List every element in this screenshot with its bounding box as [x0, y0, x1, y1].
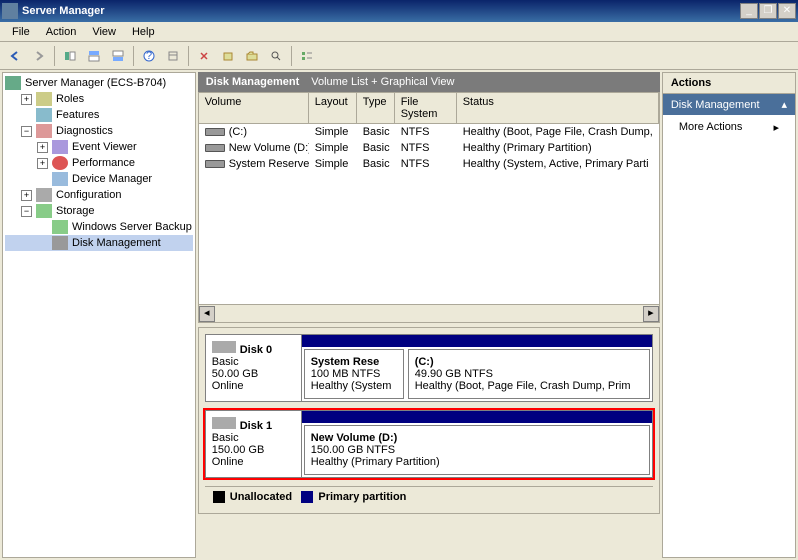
view-top-button[interactable]	[83, 45, 105, 67]
expand-icon[interactable]: +	[21, 190, 32, 201]
menu-action[interactable]: Action	[38, 24, 85, 40]
list-button[interactable]	[296, 45, 318, 67]
disk-info: Disk 1 Basic 150.00 GB Online	[206, 411, 302, 477]
tree-event-viewer[interactable]: +Event Viewer	[5, 139, 193, 155]
partition-bar	[302, 335, 652, 347]
maximize-button[interactable]: ❐	[759, 3, 777, 19]
tree-performance[interactable]: +Performance	[5, 155, 193, 171]
settings-button[interactable]	[162, 45, 184, 67]
tree-diagnostics[interactable]: −Diagnostics	[5, 123, 193, 139]
disk-1[interactable]: Disk 1 Basic 150.00 GB Online New Volume…	[205, 410, 653, 478]
window-title: Server Manager	[22, 5, 740, 17]
col-volume[interactable]: Volume	[199, 93, 309, 123]
expand-icon[interactable]: +	[37, 142, 48, 153]
expand-icon[interactable]: +	[21, 94, 32, 105]
menu-help[interactable]: Help	[124, 24, 163, 40]
back-button[interactable]	[4, 45, 26, 67]
view-bottom-button[interactable]	[107, 45, 129, 67]
svg-text:?: ?	[146, 50, 152, 62]
collapse-icon[interactable]: −	[21, 126, 32, 137]
menu-view[interactable]: View	[84, 24, 124, 40]
chevron-right-icon: ▸	[773, 121, 779, 134]
tree-roles[interactable]: +Roles	[5, 91, 193, 107]
content-title: Disk Management	[206, 76, 300, 88]
disk-0[interactable]: Disk 0 Basic 50.00 GB Online System Rese…	[205, 334, 653, 402]
collapse-icon[interactable]: −	[21, 206, 32, 217]
find-button[interactable]	[265, 45, 287, 67]
content-header: Disk Management Volume List + Graphical …	[198, 72, 660, 92]
content-panel: Disk Management Volume List + Graphical …	[198, 72, 660, 558]
tree-disk-management[interactable]: Disk Management	[5, 235, 193, 251]
partition-bar	[302, 411, 652, 423]
forward-button[interactable]	[28, 45, 50, 67]
collapse-icon: ▴	[781, 98, 787, 111]
tree-storage[interactable]: −Storage	[5, 203, 193, 219]
legend-unallocated-icon	[213, 491, 225, 503]
horizontal-scrollbar[interactable]: ◂ ▸	[199, 304, 659, 322]
toolbar: ?	[0, 42, 798, 70]
volume-icon	[205, 128, 225, 136]
partition-system-reserved[interactable]: System Rese 100 MB NTFS Healthy (System	[304, 349, 404, 399]
actions-header: Actions	[663, 73, 795, 94]
disk-icon	[212, 417, 236, 429]
actions-section[interactable]: Disk Management ▴	[663, 94, 795, 115]
col-type[interactable]: Type	[357, 93, 395, 123]
tree-configuration[interactable]: +Configuration	[5, 187, 193, 203]
col-layout[interactable]: Layout	[309, 93, 357, 123]
open-button[interactable]	[241, 45, 263, 67]
content-subtitle: Volume List + Graphical View	[311, 76, 454, 88]
disk-icon	[212, 341, 236, 353]
more-actions[interactable]: More Actions ▸	[663, 115, 795, 140]
menubar: File Action View Help	[0, 22, 798, 42]
graphical-view: Disk 0 Basic 50.00 GB Online System Rese…	[198, 327, 660, 514]
partition-d[interactable]: New Volume (D:) 150.00 GB NTFS Healthy (…	[304, 425, 650, 475]
export-button[interactable]	[217, 45, 239, 67]
volume-row[interactable]: New Volume (D:) Simple Basic NTFS Health…	[199, 140, 659, 156]
help-button[interactable]: ?	[138, 45, 160, 67]
legend: Unallocated Primary partition	[205, 486, 653, 507]
minimize-button[interactable]: _	[740, 3, 758, 19]
close-button[interactable]: ✕	[778, 3, 796, 19]
tree-root[interactable]: Server Manager (ECS-B704)	[5, 75, 193, 91]
disk-info: Disk 0 Basic 50.00 GB Online	[206, 335, 302, 401]
volume-row[interactable]: (C:) Simple Basic NTFS Healthy (Boot, Pa…	[199, 124, 659, 140]
tree-device-manager[interactable]: Device Manager	[5, 171, 193, 187]
navigation-tree[interactable]: Server Manager (ECS-B704) +Roles Feature…	[2, 72, 196, 558]
col-status[interactable]: Status	[457, 93, 659, 123]
menu-file[interactable]: File	[4, 24, 38, 40]
tree-features[interactable]: Features	[5, 107, 193, 123]
tree-root-label: Server Manager (ECS-B704)	[25, 77, 166, 89]
app-icon	[2, 3, 18, 19]
scroll-right-button[interactable]: ▸	[643, 306, 659, 322]
actions-panel: Actions Disk Management ▴ More Actions ▸	[662, 72, 796, 558]
volume-icon	[205, 144, 225, 152]
partition-c[interactable]: (C:) 49.90 GB NTFS Healthy (Boot, Page F…	[408, 349, 650, 399]
col-filesystem[interactable]: File System	[395, 93, 457, 123]
expand-icon[interactable]: +	[37, 158, 48, 169]
legend-primary-icon	[301, 491, 313, 503]
volume-list: Volume Layout Type File System Status (C…	[198, 92, 660, 323]
show-hide-button[interactable]	[59, 45, 81, 67]
volume-row[interactable]: System Reserved Simple Basic NTFS Health…	[199, 156, 659, 172]
volume-icon	[205, 160, 225, 168]
tree-wsb[interactable]: Windows Server Backup	[5, 219, 193, 235]
scroll-left-button[interactable]: ◂	[199, 306, 215, 322]
refresh-button[interactable]	[193, 45, 215, 67]
titlebar: Server Manager _ ❐ ✕	[0, 0, 798, 22]
